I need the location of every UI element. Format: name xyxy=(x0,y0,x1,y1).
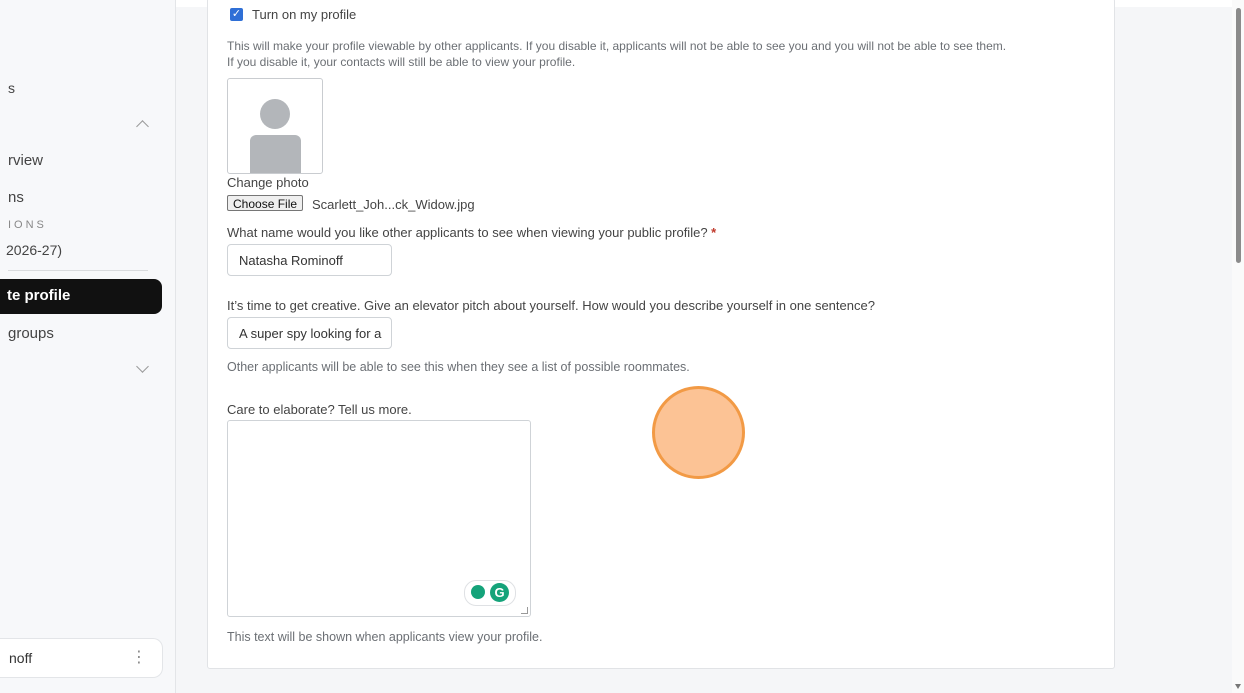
change-photo-label: Change photo xyxy=(227,175,309,190)
page-scrollbar[interactable] xyxy=(1232,0,1244,693)
required-mark: * xyxy=(711,225,717,240)
chevron-up-icon[interactable] xyxy=(136,120,149,133)
user-name: noff xyxy=(9,650,33,666)
profile-visibility-checkbox[interactable]: ✓ xyxy=(230,8,243,21)
elevator-pitch-help: Other applicants will be able to see thi… xyxy=(227,360,690,374)
sidebar-item-year[interactable]: 2026-27) xyxy=(6,242,62,258)
choose-file-button[interactable]: Choose File xyxy=(227,195,304,211)
sidebar: s rview ns IONS 2026-27) te profile grou… xyxy=(0,0,176,693)
avatar-head xyxy=(260,99,290,129)
sidebar-section-label: IONS xyxy=(8,219,47,231)
profile-visibility-help: This will make your profile viewable by … xyxy=(227,38,1006,70)
elaborate-textarea[interactable]: G xyxy=(227,420,531,617)
profile-form-card: ✓ Turn on my profile This will make your… xyxy=(207,0,1115,669)
sidebar-active-label: te profile xyxy=(7,287,71,304)
chevron-down-icon[interactable] xyxy=(136,360,149,373)
sidebar-item-partial[interactable]: s xyxy=(8,80,15,96)
grammarly-icon[interactable]: G xyxy=(490,583,509,602)
grammarly-widget[interactable]: G xyxy=(464,580,516,606)
avatar-body xyxy=(250,135,301,173)
chosen-file-name: Scarlett_Joh...ck_Widow.jpg xyxy=(312,197,475,212)
display-name-question: What name would you like other applicant… xyxy=(227,225,716,240)
scrollbar-thumb[interactable] xyxy=(1236,8,1241,263)
display-name-question-text: What name would you like other applicant… xyxy=(227,225,708,240)
lightbulb-icon[interactable] xyxy=(471,585,485,599)
display-name-input[interactable]: Natasha Rominoff xyxy=(227,244,392,276)
elevator-pitch-input[interactable]: A super spy looking for a xyxy=(227,317,392,349)
sidebar-item-groups[interactable]: groups xyxy=(8,325,54,342)
resize-handle-icon[interactable] xyxy=(521,607,528,614)
help-line-2: If you disable it, your contacts will st… xyxy=(227,55,576,69)
sidebar-item-overview[interactable]: rview xyxy=(8,152,43,169)
sidebar-divider xyxy=(8,270,148,271)
click-indicator xyxy=(652,386,745,479)
profile-photo[interactable] xyxy=(227,78,323,174)
elevator-pitch-question: It’s time to get creative. Give an eleva… xyxy=(227,298,875,313)
elaborate-question: Care to elaborate? Tell us more. xyxy=(227,402,412,417)
profile-visibility-label: Turn on my profile xyxy=(252,7,357,22)
user-menu[interactable]: noff ⋮ xyxy=(0,638,163,678)
sidebar-item-ns[interactable]: ns xyxy=(8,189,24,206)
help-line-1: This will make your profile viewable by … xyxy=(227,39,1007,53)
sidebar-item-update-profile[interactable]: te profile xyxy=(0,279,162,314)
elaborate-help: This text will be shown when applicants … xyxy=(227,630,543,644)
more-options-icon[interactable]: ⋮ xyxy=(131,647,147,667)
scroll-down-arrow-icon[interactable] xyxy=(1235,684,1241,689)
